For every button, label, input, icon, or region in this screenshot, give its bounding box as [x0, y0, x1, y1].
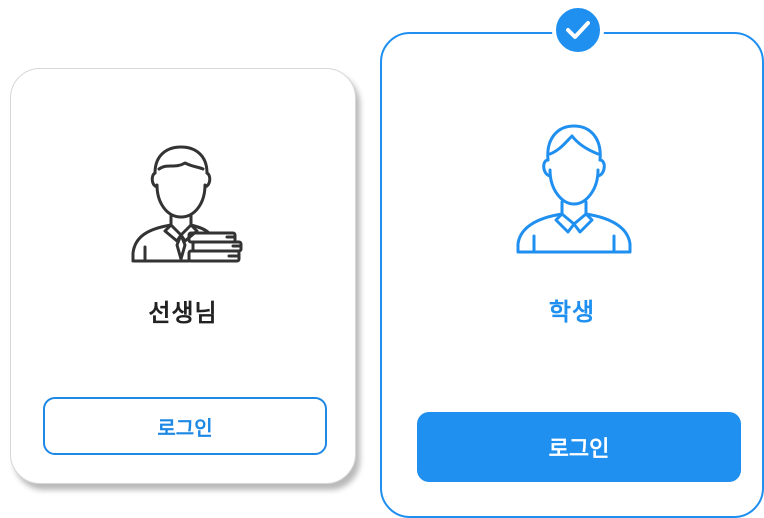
student-icon [512, 120, 636, 254]
role-select-page: 선생님 로그인 학생 로그인 [0, 0, 764, 518]
teacher-title: 선생님 [148, 299, 218, 327]
student-login-button[interactable]: 로그인 [417, 412, 741, 482]
checkmark-icon [566, 21, 590, 39]
student-card[interactable]: 학생 로그인 [380, 32, 764, 518]
teacher-card[interactable]: 선생님 로그인 [10, 68, 356, 484]
teacher-with-books-icon [127, 141, 247, 263]
student-title: 학생 [548, 298, 596, 326]
selected-checkmark-badge [552, 4, 604, 56]
teacher-login-button[interactable]: 로그인 [43, 397, 327, 455]
